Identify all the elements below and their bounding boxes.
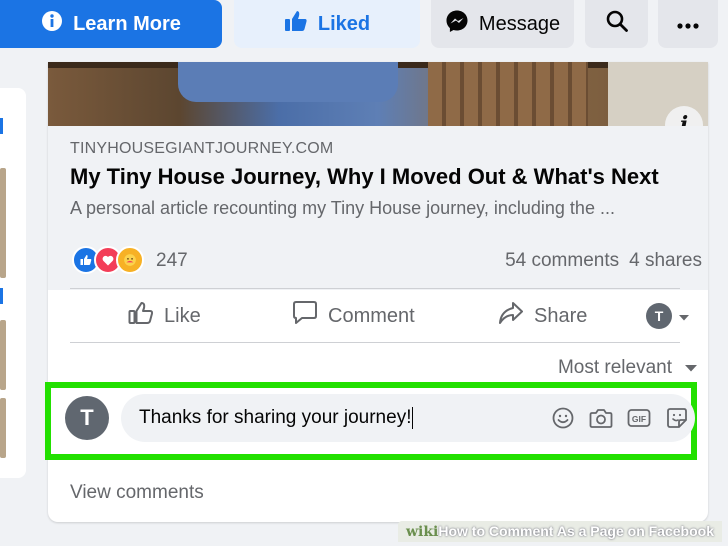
camera-icon[interactable] bbox=[589, 406, 613, 430]
svg-text:GIF: GIF bbox=[632, 414, 646, 424]
post-action-bar: Like Comment Share T bbox=[48, 290, 708, 342]
watermark-title: to Comment As a Page on Facebook bbox=[467, 523, 714, 539]
reaction-icons[interactable] bbox=[72, 246, 144, 274]
comment-input-text: Thanks for sharing your journey! bbox=[139, 407, 412, 429]
gif-icon[interactable]: GIF bbox=[627, 406, 651, 430]
message-button[interactable]: Message bbox=[431, 0, 574, 48]
watermark-wiki: wiki bbox=[405, 524, 439, 540]
liked-button[interactable]: Liked bbox=[234, 0, 420, 48]
sticker-icon[interactable] bbox=[665, 406, 689, 430]
thumbs-up-outline-icon bbox=[128, 301, 154, 331]
like-label: Like bbox=[164, 304, 201, 327]
avatar[interactable]: T bbox=[65, 396, 109, 440]
comment-bubble-icon bbox=[292, 300, 318, 332]
info-icon bbox=[41, 10, 63, 38]
comment-label: Comment bbox=[328, 304, 415, 327]
comment-input[interactable]: Thanks for sharing your journey! GIF bbox=[121, 394, 695, 442]
search-icon bbox=[605, 9, 629, 39]
caret-down-icon bbox=[678, 305, 690, 328]
post-card: i TINYHOUSEGIANTJOURNEY.COM My Tiny Hous… bbox=[45, 62, 708, 522]
share-label: Share bbox=[534, 304, 588, 327]
learn-more-button[interactable]: Learn More bbox=[0, 0, 222, 48]
comment-as-selector[interactable]: T bbox=[646, 290, 690, 342]
page-action-bar: Learn More Liked Message bbox=[0, 0, 728, 62]
comment-button[interactable]: Comment bbox=[292, 290, 415, 342]
emoji-icon[interactable] bbox=[551, 406, 575, 430]
care-reaction-icon bbox=[116, 246, 144, 274]
post-stats: 54 comments 4 shares bbox=[505, 250, 702, 272]
message-label: Message bbox=[478, 12, 561, 35]
sidebar-link-marker bbox=[0, 288, 3, 304]
sidebar-photo-thumbnail bbox=[0, 320, 6, 390]
text-caret bbox=[412, 407, 414, 429]
wikihow-watermark: wikiHow to Comment As a Page on Facebook bbox=[397, 521, 722, 542]
search-button[interactable] bbox=[585, 0, 648, 48]
sidebar-photo-thumbnail bbox=[0, 168, 6, 278]
more-options-button[interactable] bbox=[658, 0, 718, 48]
caret-down-icon bbox=[684, 357, 698, 379]
shares-count[interactable]: 4 shares bbox=[629, 250, 702, 272]
link-domain: TINYHOUSEGIANTJOURNEY.COM bbox=[70, 140, 334, 157]
sort-label: Most relevant bbox=[557, 357, 672, 378]
thumbs-up-icon bbox=[284, 10, 308, 38]
avatar: T bbox=[646, 303, 672, 329]
comments-count[interactable]: 54 comments bbox=[505, 250, 619, 272]
link-preview-image[interactable] bbox=[48, 62, 708, 126]
share-button[interactable]: Share bbox=[498, 290, 587, 342]
liked-label: Liked bbox=[317, 12, 371, 35]
like-button[interactable]: Like bbox=[128, 290, 201, 342]
left-sidebar-partial bbox=[0, 88, 26, 478]
divider bbox=[70, 342, 680, 343]
divider bbox=[70, 288, 680, 289]
view-comments-link[interactable]: View comments bbox=[70, 482, 204, 504]
comment-sort-dropdown[interactable]: Most relevant bbox=[558, 357, 698, 379]
share-arrow-icon bbox=[498, 301, 524, 331]
link-title[interactable]: My Tiny House Journey, Why I Moved Out &… bbox=[70, 164, 659, 190]
link-description: A personal article recounting my Tiny Ho… bbox=[70, 198, 615, 218]
sidebar-photo-thumbnail bbox=[0, 398, 6, 458]
sidebar-link-marker bbox=[0, 118, 3, 134]
comment-composer: T Thanks for sharing your journey! GIF bbox=[45, 382, 697, 460]
watermark-how: How bbox=[438, 523, 468, 539]
ellipsis-icon bbox=[676, 13, 700, 36]
reaction-count[interactable]: 247 bbox=[156, 250, 188, 272]
learn-more-label: Learn More bbox=[73, 12, 181, 35]
messenger-icon bbox=[445, 9, 469, 39]
